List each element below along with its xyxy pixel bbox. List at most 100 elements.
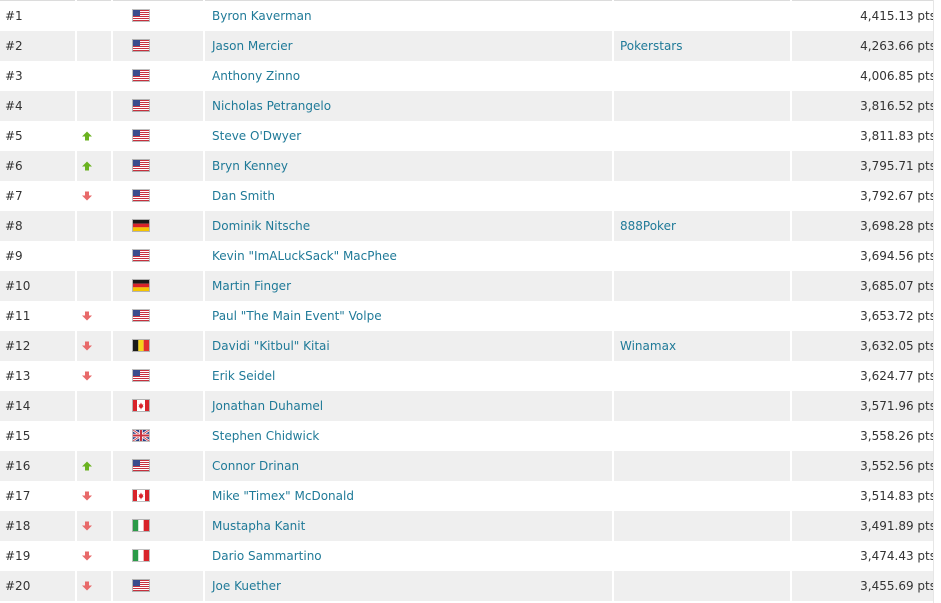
trend-cell bbox=[76, 480, 113, 511]
player-name-link[interactable]: Paul "The Main Event" Volpe bbox=[212, 309, 382, 323]
rank-cell: #2 bbox=[0, 30, 77, 61]
player-name-link[interactable]: Byron Kaverman bbox=[212, 9, 312, 23]
poker-site-cell bbox=[613, 60, 792, 91]
trend-cell bbox=[76, 210, 113, 241]
rank-cell: #12 bbox=[0, 330, 77, 361]
trend-cell bbox=[76, 120, 113, 151]
player-name-link[interactable]: Dominik Nitsche bbox=[212, 219, 310, 233]
points-cell: 3,792.67 pts bbox=[860, 188, 936, 203]
rank-cell: #10 bbox=[0, 270, 77, 301]
country-cell bbox=[112, 450, 205, 481]
us-flag-icon bbox=[133, 189, 149, 201]
scrollbar-track[interactable] bbox=[933, 0, 941, 603]
italy-flag-icon bbox=[133, 549, 149, 561]
player-name-link[interactable]: Connor Drinan bbox=[212, 459, 299, 473]
poker-site-cell: Pokerstars bbox=[613, 30, 792, 61]
country-cell bbox=[112, 240, 205, 271]
player-name-link[interactable]: Martin Finger bbox=[212, 279, 291, 293]
trend-up-arrow-icon bbox=[81, 460, 93, 472]
points-cell: 3,698.28 pts bbox=[860, 218, 936, 233]
player-name-cell: Dominik Nitsche bbox=[204, 210, 614, 241]
ranking-row: #18 Mustapha Kanit 3,491.89 pts bbox=[0, 510, 939, 541]
country-cell bbox=[112, 570, 205, 601]
player-name-cell: Steve O'Dwyer bbox=[204, 120, 614, 151]
player-name-link[interactable]: Dario Sammartino bbox=[212, 549, 322, 563]
poker-site-cell bbox=[613, 180, 792, 211]
player-name-link[interactable]: Nicholas Petrangelo bbox=[212, 99, 331, 113]
player-name-cell: Dario Sammartino bbox=[204, 540, 614, 571]
country-cell bbox=[112, 270, 205, 301]
italy-flag-icon bbox=[133, 519, 149, 531]
poker-site-cell bbox=[613, 390, 792, 421]
player-name-link[interactable]: Davidi "Kitbul" Kitai bbox=[212, 339, 330, 353]
country-cell bbox=[112, 360, 205, 391]
rank-cell: #3 bbox=[0, 60, 77, 91]
poker-site-cell bbox=[613, 150, 792, 181]
points-cell: 3,514.83 pts bbox=[860, 488, 936, 503]
player-name-cell: Davidi "Kitbul" Kitai bbox=[204, 330, 614, 361]
player-name-cell: Jason Mercier bbox=[204, 30, 614, 61]
rankings-table-container: #1 Byron Kaverman 4,415.13 pts #2 Jason Merc… bbox=[0, 0, 939, 603]
player-name-cell: Nicholas Petrangelo bbox=[204, 90, 614, 121]
trend-down-arrow-icon bbox=[81, 490, 93, 502]
trend-cell bbox=[76, 270, 113, 301]
country-cell bbox=[112, 300, 205, 331]
poker-site-cell bbox=[613, 120, 792, 151]
trend-cell bbox=[76, 510, 113, 541]
trend-cell bbox=[76, 90, 113, 121]
country-cell bbox=[112, 480, 205, 511]
player-name-link[interactable]: Jason Mercier bbox=[212, 39, 293, 53]
player-name-link[interactable]: Stephen Chidwick bbox=[212, 429, 319, 443]
rank-cell: #14 bbox=[0, 390, 77, 421]
ranking-row: #19 Dario Sammartino 3,474.43 pts bbox=[0, 540, 939, 571]
player-name-link[interactable]: Jonathan Duhamel bbox=[212, 399, 323, 413]
country-cell bbox=[112, 150, 205, 181]
player-name-link[interactable]: Erik Seidel bbox=[212, 369, 275, 383]
player-name-link[interactable]: Anthony Zinno bbox=[212, 69, 300, 83]
uk-flag-icon bbox=[133, 429, 149, 441]
points-cell: 3,624.77 pts bbox=[860, 368, 936, 383]
country-cell bbox=[112, 120, 205, 151]
country-cell bbox=[112, 540, 205, 571]
trend-down-arrow-icon bbox=[81, 370, 93, 382]
ranking-row: #4 Nicholas Petrangelo 3,816.52 pts bbox=[0, 90, 939, 121]
rank-cell: #13 bbox=[0, 360, 77, 391]
points-cell: 3,552.56 pts bbox=[860, 458, 936, 473]
player-name-link[interactable]: Bryn Kenney bbox=[212, 159, 288, 173]
ranking-row: #7 Dan Smith 3,792.67 pts bbox=[0, 180, 939, 211]
points-cell: 3,685.07 pts bbox=[860, 278, 936, 293]
country-cell bbox=[112, 330, 205, 361]
trend-cell bbox=[76, 420, 113, 451]
poker-site-link[interactable]: Winamax bbox=[620, 339, 676, 353]
rank-cell: #9 bbox=[0, 240, 77, 271]
player-name-link[interactable]: Kevin "ImALuckSack" MacPhee bbox=[212, 249, 397, 263]
us-flag-icon bbox=[133, 9, 149, 21]
player-name-cell: Joe Kuether bbox=[204, 570, 614, 601]
rank-cell: #1 bbox=[0, 0, 77, 31]
ranking-row: #2 Jason Mercier Pokerstars 4,263.66 pts bbox=[0, 30, 939, 61]
poker-site-link[interactable]: Pokerstars bbox=[620, 39, 682, 53]
rank-cell: #15 bbox=[0, 420, 77, 451]
ranking-row: #6 Bryn Kenney 3,795.71 pts bbox=[0, 150, 939, 181]
us-flag-icon bbox=[133, 369, 149, 381]
ranking-row: #10 Martin Finger 3,685.07 pts bbox=[0, 270, 939, 301]
player-name-link[interactable]: Mustapha Kanit bbox=[212, 519, 305, 533]
player-name-cell: Jonathan Duhamel bbox=[204, 390, 614, 421]
rank-cell: #17 bbox=[0, 480, 77, 511]
points-cell: 4,006.85 pts bbox=[860, 68, 936, 83]
poker-site-cell bbox=[613, 300, 792, 331]
rank-cell: #4 bbox=[0, 90, 77, 121]
player-name-cell: Byron Kaverman bbox=[204, 0, 614, 31]
player-name-link[interactable]: Dan Smith bbox=[212, 189, 275, 203]
country-cell bbox=[112, 0, 205, 31]
poker-site-cell bbox=[613, 270, 792, 301]
poker-site-cell bbox=[613, 480, 792, 511]
us-flag-icon bbox=[133, 39, 149, 51]
poker-site-link[interactable]: 888Poker bbox=[620, 219, 676, 233]
ranking-row: #9 Kevin "ImALuckSack" MacPhee 3,694.56 pt… bbox=[0, 240, 939, 271]
poker-site-cell bbox=[613, 450, 792, 481]
trend-down-arrow-icon bbox=[81, 520, 93, 532]
player-name-link[interactable]: Mike "Timex" McDonald bbox=[212, 489, 354, 503]
player-name-link[interactable]: Steve O'Dwyer bbox=[212, 129, 301, 143]
player-name-link[interactable]: Joe Kuether bbox=[212, 579, 281, 593]
